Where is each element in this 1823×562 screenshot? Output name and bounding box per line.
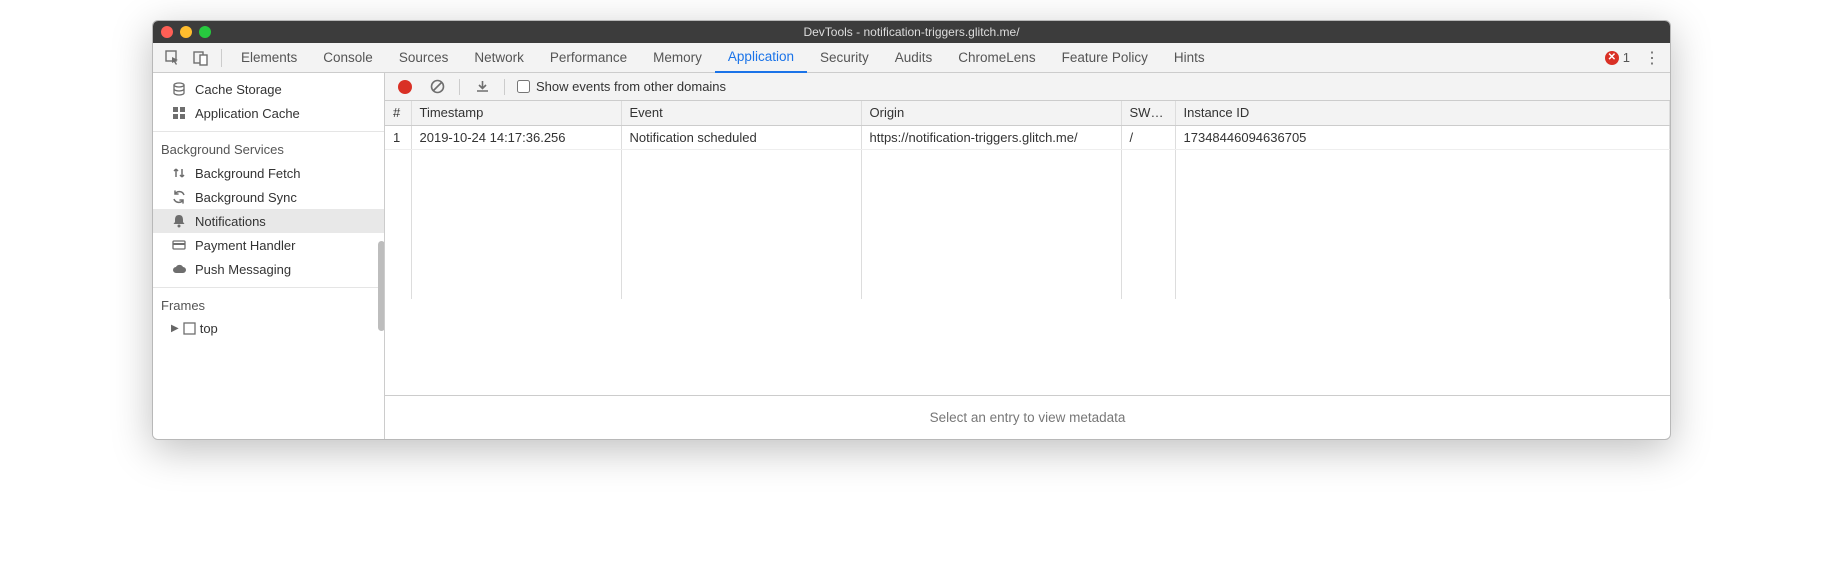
col-sw[interactable]: SW … (1121, 101, 1175, 125)
tab-chromelens[interactable]: ChromeLens (945, 43, 1048, 73)
cell-instance: 17348446094636705 (1175, 125, 1670, 149)
error-icon: ✕ (1605, 51, 1619, 65)
sidebar-item-payment-handler[interactable]: Payment Handler (153, 233, 384, 257)
close-window-button[interactable] (161, 26, 173, 38)
sidebar-label: Notifications (195, 214, 266, 229)
tab-feature-policy[interactable]: Feature Policy (1049, 43, 1161, 73)
tab-network[interactable]: Network (461, 43, 537, 73)
sidebar-header-background-services: Background Services (153, 131, 384, 161)
sidebar-item-background-fetch[interactable]: Background Fetch (153, 161, 384, 185)
separator (221, 49, 222, 67)
device-toolbar-icon[interactable] (187, 44, 215, 72)
titlebar: DevTools - notification-triggers.glitch.… (153, 21, 1670, 43)
table-row[interactable]: 1 2019-10-24 14:17:36.256 Notification s… (385, 125, 1670, 149)
tab-elements[interactable]: Elements (228, 43, 310, 73)
sidebar-item-background-sync[interactable]: Background Sync (153, 185, 384, 209)
separator (504, 79, 505, 95)
more-menu-icon[interactable]: ⋮ (1640, 48, 1664, 68)
sidebar-header-frames: Frames (153, 287, 384, 317)
bell-icon (171, 213, 187, 229)
window-title: DevTools - notification-triggers.glitch.… (153, 25, 1670, 39)
tab-hints[interactable]: Hints (1161, 43, 1218, 73)
col-timestamp[interactable]: Timestamp (411, 101, 621, 125)
inspect-element-icon[interactable] (159, 44, 187, 72)
events-grid[interactable]: # Timestamp Event Origin SW … Instance I… (385, 101, 1670, 396)
cell-origin: https://notification-triggers.glitch.me/ (861, 125, 1121, 149)
sidebar-label: Payment Handler (195, 238, 295, 253)
table-row-empty (385, 149, 1670, 299)
tab-console[interactable]: Console (310, 43, 386, 73)
panel-tabs: ElementsConsoleSourcesNetworkPerformance… (228, 43, 1218, 73)
sidebar-label: Application Cache (195, 106, 300, 121)
grid-icon (171, 105, 187, 121)
card-icon (171, 237, 187, 253)
scrollbar-thumb[interactable] (378, 241, 385, 331)
separator (459, 79, 460, 95)
events-toolbar: Show events from other domains (385, 73, 1670, 101)
tab-security[interactable]: Security (807, 43, 882, 73)
sidebar-item-push-messaging[interactable]: Push Messaging (153, 257, 384, 281)
tab-application[interactable]: Application (715, 43, 807, 73)
frame-icon (183, 322, 196, 335)
cell-sw: / (1121, 125, 1175, 149)
tab-memory[interactable]: Memory (640, 43, 715, 73)
checkbox-label: Show events from other domains (536, 79, 726, 94)
sidebar-label: Push Messaging (195, 262, 291, 277)
sidebar-item-application-cache[interactable]: Application Cache (153, 101, 384, 125)
sidebar-item-frame-top[interactable]: ▶ top (153, 317, 384, 340)
clear-button[interactable] (423, 75, 451, 99)
tab-performance[interactable]: Performance (537, 43, 640, 73)
sidebar-item-cache-storage[interactable]: Cache Storage (153, 77, 384, 101)
database-icon (171, 81, 187, 97)
frame-label: top (200, 321, 218, 336)
col-instance[interactable]: Instance ID (1175, 101, 1670, 125)
sidebar-label: Cache Storage (195, 82, 282, 97)
save-button[interactable] (468, 75, 496, 99)
metadata-hint: Select an entry to view metadata (385, 396, 1670, 439)
show-other-domains-checkbox[interactable]: Show events from other domains (517, 79, 726, 94)
checkbox-input[interactable] (517, 80, 530, 93)
sidebar-label: Background Sync (195, 190, 297, 205)
col-origin[interactable]: Origin (861, 101, 1121, 125)
disclosure-triangle-icon[interactable]: ▶ (171, 323, 179, 334)
transfer-icon (171, 165, 187, 181)
cell-timestamp: 2019-10-24 14:17:36.256 (411, 125, 621, 149)
tab-sources[interactable]: Sources (386, 43, 462, 73)
table-header-row: # Timestamp Event Origin SW … Instance I… (385, 101, 1670, 125)
sidebar-label: Background Fetch (195, 166, 301, 181)
sidebar-item-notifications[interactable]: Notifications (153, 209, 384, 233)
error-badge[interactable]: ✕ 1 (1605, 50, 1630, 65)
tab-audits[interactable]: Audits (882, 43, 946, 73)
devtools-window: DevTools - notification-triggers.glitch.… (152, 20, 1671, 440)
events-grid-wrap: # Timestamp Event Origin SW … Instance I… (385, 101, 1670, 439)
cell-event: Notification scheduled (621, 125, 861, 149)
sync-icon (171, 189, 187, 205)
cloud-icon (171, 261, 187, 277)
error-count: 1 (1623, 50, 1630, 65)
main-body: Cache Storage Application Cache Backgrou… (153, 73, 1670, 439)
main-panel: Show events from other domains # Timesta… (385, 73, 1670, 439)
tab-bar: ElementsConsoleSourcesNetworkPerformance… (153, 43, 1670, 73)
events-table: # Timestamp Event Origin SW … Instance I… (385, 101, 1670, 299)
col-num[interactable]: # (385, 101, 411, 125)
maximize-window-button[interactable] (199, 26, 211, 38)
cell-num: 1 (385, 125, 411, 149)
table-body: 1 2019-10-24 14:17:36.256 Notification s… (385, 125, 1670, 299)
record-button[interactable] (391, 75, 419, 99)
minimize-window-button[interactable] (180, 26, 192, 38)
traffic-lights (161, 26, 211, 38)
record-icon (398, 80, 412, 94)
sidebar: Cache Storage Application Cache Backgrou… (153, 73, 385, 439)
col-event[interactable]: Event (621, 101, 861, 125)
